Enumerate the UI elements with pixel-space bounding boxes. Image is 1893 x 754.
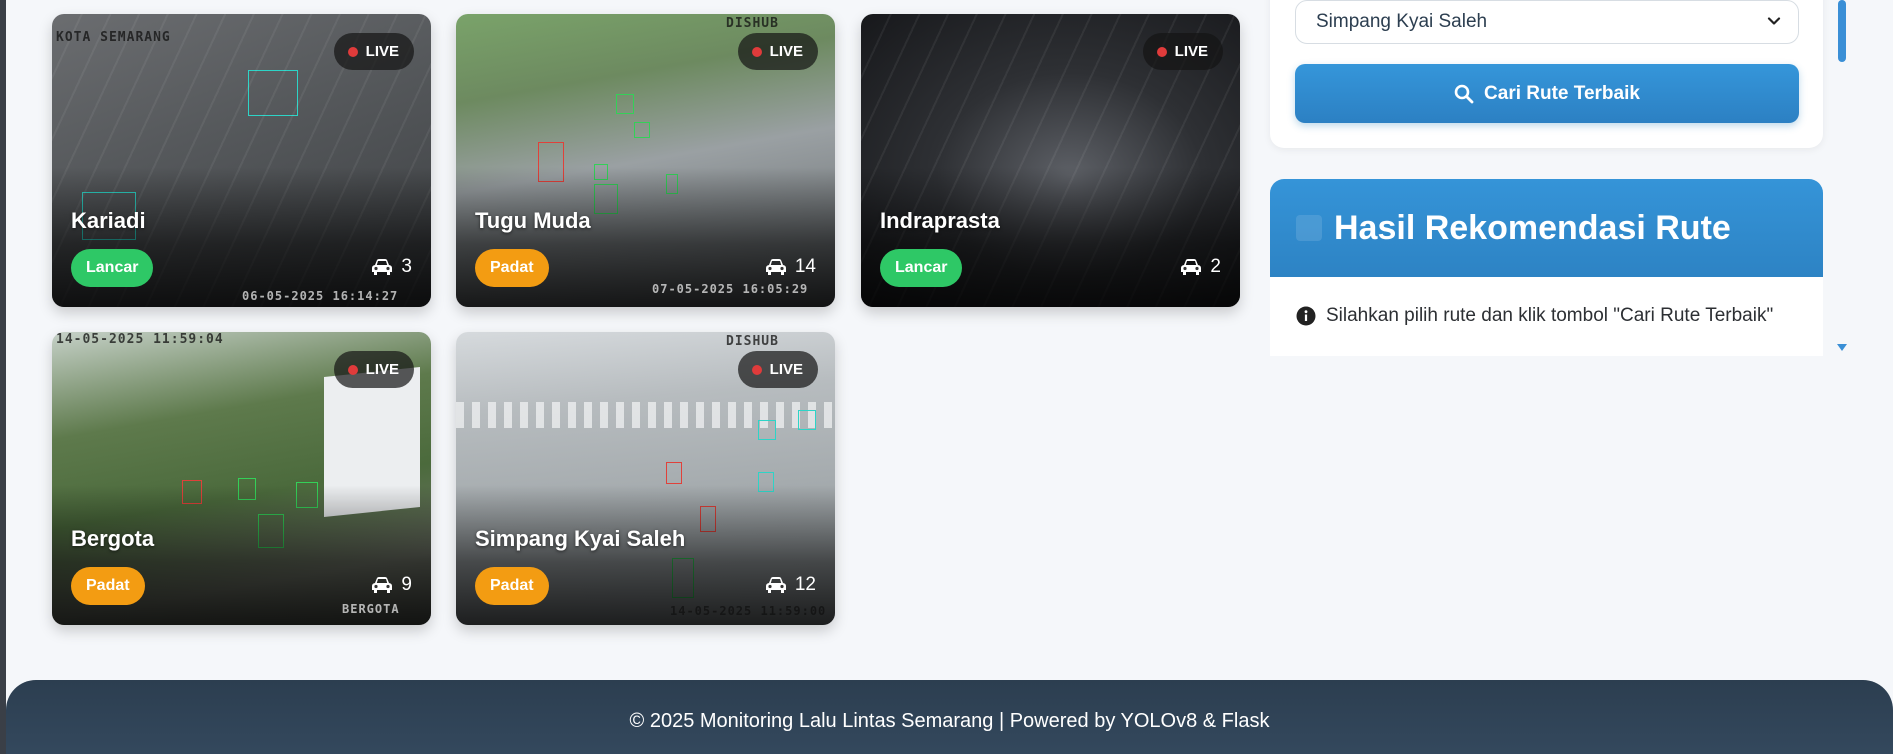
camera-name: Bergota	[71, 526, 155, 551]
car-icon	[372, 577, 393, 593]
detection-box	[248, 70, 298, 116]
vehicle-count: 12	[765, 574, 816, 596]
camera-overlay-label: 14-05-2025 11:59:04	[56, 332, 224, 347]
camera-card-tugu-muda[interactable]: DISHUB 07-05-2025 16:05:29 LIVE Tugu Mud…	[456, 14, 835, 307]
window-left-edge	[0, 0, 6, 754]
vehicle-count-value: 12	[794, 574, 816, 595]
result-message-text: Silahkan pilih rute dan klik tombol "Car…	[1326, 305, 1774, 326]
result-title: Hasil Rekomendasi Rute	[1334, 208, 1731, 247]
vehicle-count: 14	[765, 256, 816, 278]
vehicle-count-value: 3	[401, 256, 412, 277]
page-footer: © 2025 Monitoring Lalu Lintas Semarang |…	[6, 680, 1893, 754]
find-best-route-label: Cari Rute Terbaik	[1484, 82, 1640, 104]
camera-overlay-label: DISHUB	[726, 16, 779, 31]
destination-select[interactable]: Simpang Kyai Saleh	[1295, 0, 1799, 44]
live-label: LIVE	[769, 361, 803, 378]
camera-timestamp: 06-05-2025 16:14:27	[242, 289, 399, 303]
live-dot-icon	[751, 46, 762, 57]
camera-timestamp: 14-05-2025 11:59:00	[670, 604, 827, 618]
vehicle-count-value: 14	[794, 256, 816, 277]
live-label: LIVE	[1174, 43, 1208, 60]
route-icon	[1296, 215, 1322, 241]
camera-overlay-label: DISHUB	[726, 334, 779, 349]
live-dot-icon	[751, 364, 762, 375]
car-icon	[765, 577, 786, 593]
detection-box	[798, 410, 816, 430]
live-label: LIVE	[365, 43, 399, 60]
panel-scrollbar[interactable]	[1837, 0, 1847, 352]
camera-timestamp: 07-05-2025 16:05:29	[652, 282, 809, 296]
detection-box	[666, 462, 682, 484]
status-badge: Lancar	[71, 249, 154, 287]
status-badge: Padat	[475, 249, 549, 287]
live-badge: LIVE	[333, 351, 414, 388]
search-icon	[1454, 84, 1474, 103]
live-badge: LIVE	[737, 351, 818, 388]
result-message: Silahkan pilih rute dan klik tombol "Car…	[1296, 305, 1773, 327]
find-best-route-button[interactable]: Cari Rute Terbaik	[1295, 64, 1799, 123]
camera-card-bergota[interactable]: 14-05-2025 11:59:04 BERGOTA LIVE Bergota…	[52, 332, 431, 625]
car-icon	[1181, 259, 1202, 275]
info-icon	[1296, 306, 1316, 326]
live-badge: LIVE	[1142, 33, 1223, 70]
car-icon	[765, 259, 786, 275]
footer-text: © 2025 Monitoring Lalu Lintas Semarang |…	[629, 710, 1270, 732]
camera-name: Indraprasta	[880, 208, 1000, 233]
route-form-panel: Simpang Kyai Saleh Cari Rute Terbaik	[1270, 0, 1823, 148]
live-dot-icon	[347, 46, 358, 57]
camera-card-simpang-kyai-saleh[interactable]: DISHUB 14-05-2025 11:59:00 LIVE Simpang …	[456, 332, 835, 625]
camera-timestamp: BERGOTA	[342, 602, 400, 616]
camera-name: Kariadi	[71, 208, 146, 233]
vehicle-count: 2	[1180, 256, 1221, 278]
chevron-down-icon	[1767, 17, 1781, 25]
live-dot-icon	[1156, 46, 1167, 57]
camera-card-indraprasta[interactable]: LIVE Indraprasta Lancar 2	[861, 14, 1240, 307]
crosswalk	[456, 402, 835, 428]
vehicle-count: 3	[371, 256, 412, 278]
vehicle-count-value: 9	[401, 574, 412, 595]
detection-box	[634, 122, 650, 138]
camera-overlay-label: KOTA SEMARANG	[56, 30, 171, 45]
result-header: Hasil Rekomendasi Rute	[1270, 179, 1823, 277]
route-result-panel: Hasil Rekomendasi Rute Silahkan pilih ru…	[1270, 179, 1823, 356]
scroll-down-arrow-icon[interactable]	[1837, 344, 1847, 351]
destination-select-value: Simpang Kyai Saleh	[1316, 11, 1488, 32]
live-badge: LIVE	[737, 33, 818, 70]
vehicle-count: 9	[371, 574, 412, 596]
detection-box	[758, 420, 776, 440]
live-badge: LIVE	[333, 33, 414, 70]
live-label: LIVE	[769, 43, 803, 60]
status-badge: Padat	[71, 567, 145, 605]
detection-box	[616, 94, 634, 114]
camera-name: Tugu Muda	[475, 208, 591, 233]
live-label: LIVE	[365, 361, 399, 378]
scrollbar-thumb[interactable]	[1838, 0, 1846, 62]
vehicle-count-value: 2	[1210, 256, 1221, 277]
camera-name: Simpang Kyai Saleh	[475, 526, 686, 551]
live-dot-icon	[347, 364, 358, 375]
status-badge: Lancar	[880, 249, 963, 287]
car-icon	[372, 259, 393, 275]
status-badge: Padat	[475, 567, 549, 605]
camera-card-kariadi[interactable]: KOTA SEMARANG 06-05-2025 16:14:27 LIVE K…	[52, 14, 431, 307]
